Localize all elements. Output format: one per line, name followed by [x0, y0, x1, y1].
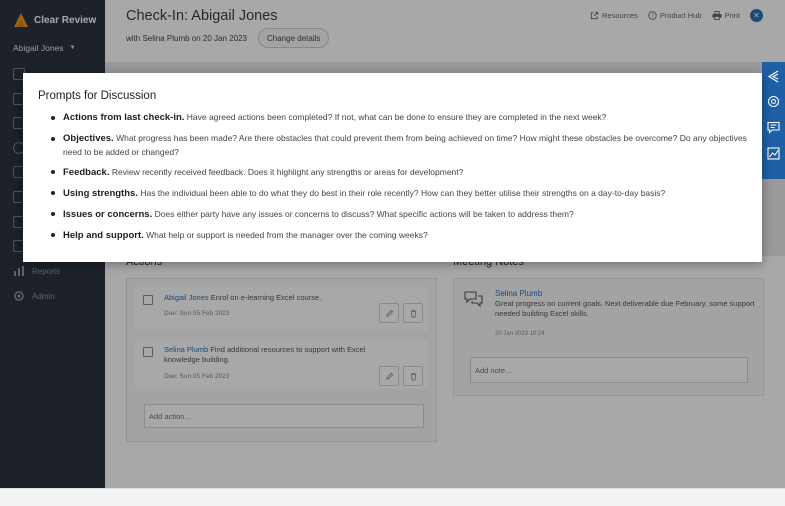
prompt-heading: Issues or concerns. — [63, 208, 153, 220]
chart-icon[interactable] — [767, 147, 780, 160]
clear-review-logo-icon — [14, 13, 28, 27]
check-in-subtitle: with Selina Plumb on 20 Jan 2023 — [126, 34, 247, 43]
delete-action-button[interactable] — [403, 303, 423, 323]
right-tool-rail — [762, 62, 785, 179]
action-owner[interactable]: Selina Plumb — [164, 345, 208, 354]
prompt-text: What progress has been made? Are there o… — [63, 133, 747, 157]
prompt-item: Issues or concerns. Does either party ha… — [50, 208, 750, 222]
sidebar-item-admin[interactable]: Admin — [13, 290, 55, 302]
prompt-text: Does either party have any issues or con… — [154, 208, 574, 219]
prompt-heading: Using strengths. — [63, 187, 138, 199]
page-title: Check-In: Abigail Jones — [126, 8, 278, 24]
trash-icon — [410, 372, 416, 381]
sidebar-item-label: Admin — [32, 291, 55, 301]
action-checkbox[interactable] — [143, 347, 153, 357]
target-icon[interactable] — [767, 95, 780, 108]
action-text: Selina Plumb Find additional resources t… — [164, 345, 366, 365]
prompt-heading: Objectives. — [63, 133, 114, 144]
product-hub-label: Product Hub — [659, 11, 702, 20]
prompt-item: Objectives. What progress has been made?… — [50, 132, 750, 158]
pencil-icon — [385, 309, 393, 317]
product-hub-link[interactable]: ? Product Hub — [648, 11, 702, 20]
help-circle-icon: ? — [648, 11, 657, 20]
prompt-text: Have agreed actions been completed? If n… — [186, 112, 607, 122]
prompt-heading: Help and support. — [63, 229, 144, 241]
action-card: Abigail Jones Enrol on e-learning Excel … — [135, 287, 428, 331]
feedback-chat-icon[interactable] — [767, 121, 780, 134]
svg-text:?: ? — [651, 14, 654, 20]
sidebar-item-label: Reports — [32, 266, 61, 276]
action-due-date: Due: Sun 05 Feb 2023 — [164, 373, 230, 380]
trash-icon — [410, 309, 416, 318]
top-links: Resources ? Product Hub Print ✕ — [590, 9, 763, 22]
print-icon — [712, 11, 722, 20]
resources-label: Resources — [602, 11, 638, 20]
note-timestamp: 20 Jan 2023 10:24 — [495, 331, 545, 337]
add-action-input[interactable] — [144, 404, 424, 428]
caret-down-icon: ▼ — [69, 45, 76, 51]
close-icon[interactable]: ✕ — [750, 9, 763, 22]
prompt-item: Feedback. Review recently received feedb… — [50, 166, 750, 180]
actions-panel: Abigail Jones Enrol on e-learning Excel … — [126, 278, 437, 442]
change-details-button[interactable]: Change details — [258, 28, 330, 48]
prompt-heading: Feedback. — [63, 166, 110, 178]
prompt-item: Actions from last check-in. Have agreed … — [50, 111, 750, 125]
notes-panel: Selina Plumb Great progress on current g… — [453, 278, 764, 396]
delete-action-button[interactable] — [403, 366, 423, 386]
print-link[interactable]: Print — [712, 11, 740, 20]
reports-icon — [14, 266, 24, 276]
prompt-item: Using strengths. Has the individual been… — [50, 187, 750, 201]
action-card: Selina Plumb Find additional resources t… — [135, 339, 428, 389]
sidebar-item-reports[interactable]: Reports — [13, 265, 60, 277]
gear-icon — [14, 291, 24, 301]
action-due-date: Due: Sun 05 Feb 2023 — [164, 310, 230, 317]
prompt-text: Review recently received feedback. Does … — [111, 166, 464, 177]
resources-link[interactable]: Resources — [590, 11, 638, 20]
prompts-modal: Prompts for Discussion Actions from last… — [23, 73, 762, 262]
user-name: Abigail Jones — [13, 43, 64, 53]
footer-strip — [0, 488, 785, 506]
prompt-text: Has the individual been able to do what … — [140, 187, 666, 198]
edit-action-button[interactable] — [379, 303, 399, 323]
share-icon[interactable] — [767, 70, 780, 83]
brand-logo[interactable]: Clear Review — [13, 12, 96, 28]
action-text: Abigail Jones Enrol on e-learning Excel … — [164, 293, 366, 303]
edit-action-button[interactable] — [379, 366, 399, 386]
modal-title: Prompts for Discussion — [38, 90, 157, 102]
note-author[interactable]: Selina Plumb — [495, 289, 542, 298]
prompt-heading: Actions from last check-in. — [63, 112, 185, 123]
action-description: Enrol on e-learning Excel course. — [210, 293, 322, 302]
action-checkbox[interactable] — [143, 295, 153, 305]
prompt-item: Help and support. What help or support i… — [50, 229, 750, 243]
pencil-icon — [385, 372, 393, 380]
chat-bubbles-icon — [464, 291, 483, 308]
print-label: Print — [724, 11, 740, 20]
action-owner[interactable]: Abigail Jones — [164, 293, 209, 302]
user-menu[interactable]: Abigail Jones ▼ — [13, 43, 76, 53]
add-note-input[interactable] — [470, 357, 748, 383]
brand-name: Clear Review — [34, 14, 97, 26]
prompt-list: Actions from last check-in. Have agreed … — [50, 111, 750, 250]
note-text: Great progress on current goals. Next de… — [495, 299, 755, 318]
prompt-text: What help or support is needed from the … — [146, 229, 428, 240]
external-link-icon — [590, 11, 599, 20]
